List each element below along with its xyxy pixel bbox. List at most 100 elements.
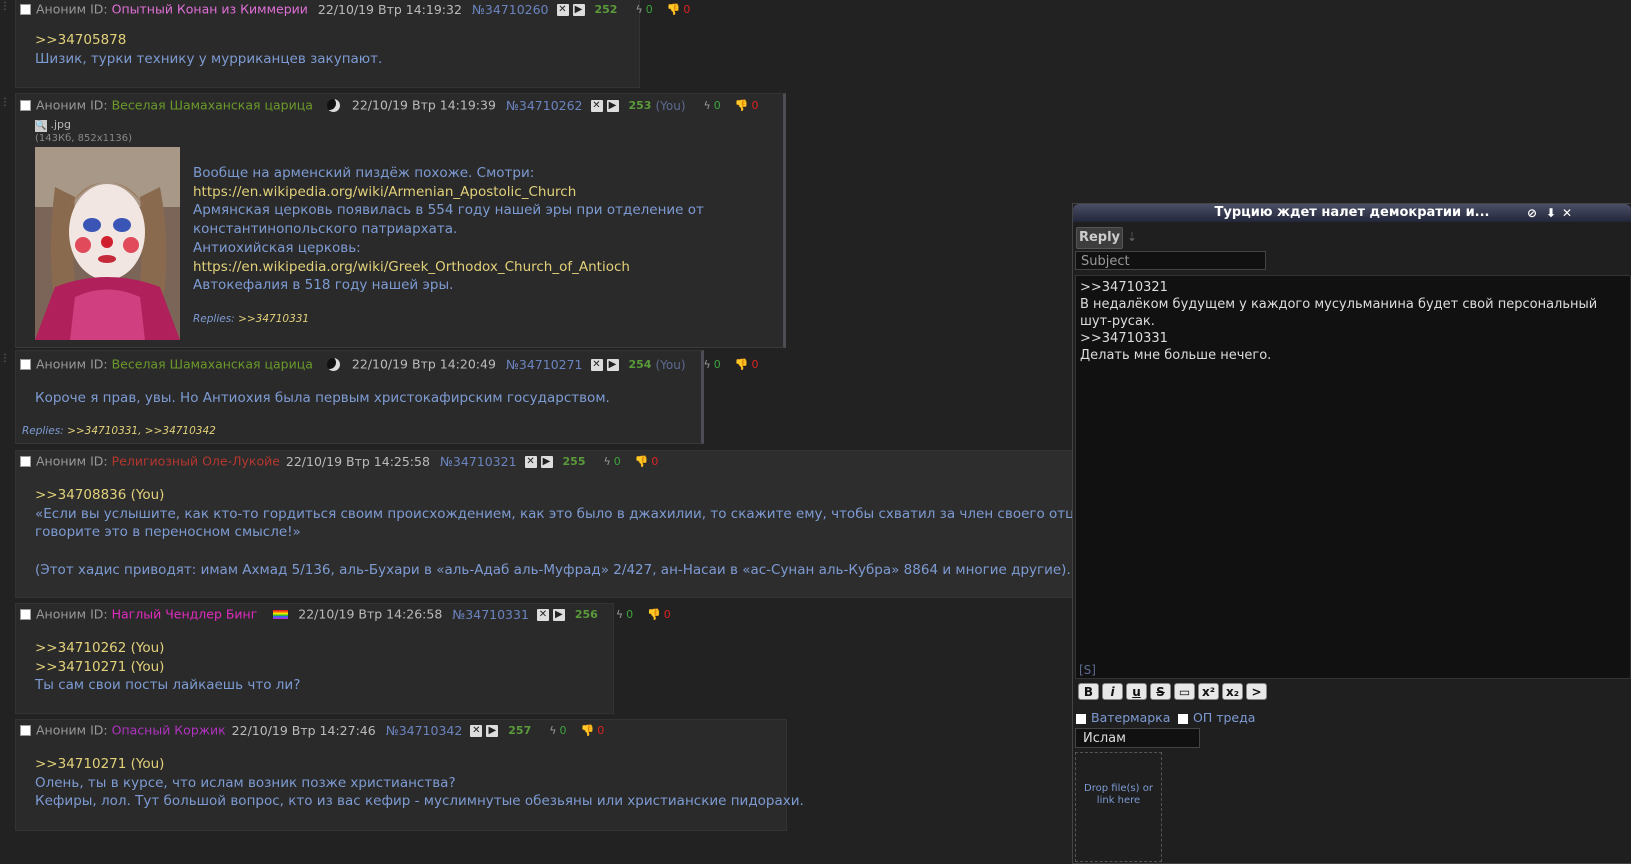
play-icon[interactable]: ▶ — [572, 3, 585, 16]
replies-label: Replies: — [22, 425, 64, 437]
post: Аноним ID: Опасный Коржик 22/10/19 Втр 1… — [15, 719, 804, 831]
play-icon[interactable]: ▶ — [606, 99, 619, 112]
dislike-icon[interactable]: 👎 — [647, 608, 661, 621]
spoiler-link[interactable]: [S] — [1079, 663, 1096, 677]
watermark-option[interactable]: Ватермарка — [1076, 710, 1170, 725]
dislike-icon[interactable]: 👎 — [735, 358, 749, 371]
format-toolbar: Bi u S ▭ x² x₂ > — [1078, 683, 1270, 700]
message-textarea[interactable]: >>34710321 В недалёком будущем у каждого… — [1075, 275, 1631, 679]
post-header: Аноним ID: Веселая Шамаханская царица 22… — [20, 97, 758, 113]
reply-link[interactable]: >>34708836 (You) — [35, 486, 1123, 505]
reply-link[interactable]: >>34705878 — [35, 31, 382, 50]
post-image[interactable] — [35, 147, 180, 340]
post-header: Аноним ID: Наглый Чендлер Бинг 22/10/19 … — [20, 606, 671, 622]
post-number[interactable]: №34710262 — [506, 98, 583, 113]
external-link[interactable]: https://en.wikipedia.org/wiki/Armenian_A… — [193, 183, 704, 202]
op-checkbox[interactable] — [1178, 713, 1188, 724]
like-icon[interactable]: ϟ — [703, 358, 710, 371]
file-drop-zone[interactable]: Drop file(s) or link here — [1075, 752, 1162, 862]
like-icon[interactable]: ϟ — [703, 99, 710, 112]
block-icon[interactable]: ⊘ — [1527, 204, 1537, 222]
post-date: 22/10/19 Втр 14:19:39 — [351, 97, 496, 113]
hide-icon[interactable]: ✕ — [524, 455, 537, 468]
reply-button[interactable]: Reply — [1076, 227, 1123, 249]
post-checkbox[interactable] — [20, 725, 31, 736]
post-number[interactable]: №34710321 — [440, 454, 517, 469]
minimize-icon[interactable]: ⇣ — [1127, 230, 1137, 244]
download-icon[interactable]: ⬇ — [1546, 204, 1556, 222]
dislike-count: 0 — [751, 357, 759, 371]
hide-icon[interactable]: ✕ — [590, 99, 603, 112]
external-link[interactable]: https://en.wikipedia.org/wiki/Greek_Orth… — [193, 258, 704, 277]
underline-button[interactable]: u — [1126, 683, 1147, 700]
like-icon[interactable]: ϟ — [549, 724, 556, 737]
play-icon[interactable]: ▶ — [552, 608, 565, 621]
post-checkbox[interactable] — [20, 359, 31, 370]
post-text: Кефиры, лол. Тут большой вопрос, кто из … — [35, 793, 804, 810]
replies-label: Replies: — [193, 313, 235, 325]
reply-link[interactable]: >>34710271 (You) — [35, 755, 804, 774]
post-count: 256 — [574, 607, 598, 621]
hide-icon[interactable]: ✕ — [590, 358, 603, 371]
post-count: 254 — [628, 357, 652, 371]
reply-link[interactable]: >>34710262 (You) — [35, 639, 300, 658]
subject-input[interactable]: Subject — [1075, 251, 1266, 270]
dislike-icon[interactable]: 👎 — [667, 3, 681, 16]
post-number[interactable]: №34710271 — [506, 357, 583, 372]
post-body: Короче я прав, увы. Но Антиохия была пер… — [35, 389, 610, 408]
post-checkbox[interactable] — [20, 4, 31, 15]
captcha-input[interactable]: Ислам — [1075, 728, 1200, 748]
bold-button[interactable]: B — [1078, 683, 1099, 700]
id-label: ID: — [90, 453, 108, 469]
post-menu-dots[interactable]: ⋮ — [0, 97, 10, 108]
dislike-count: 0 — [597, 723, 605, 737]
post-checkbox[interactable] — [20, 456, 31, 467]
italic-button[interactable]: i — [1102, 683, 1123, 700]
post-body: Вообще на арменский пиздёж похоже. Смотр… — [193, 164, 704, 295]
poster-id: Опытный Конан из Киммерии — [111, 1, 308, 17]
post-number[interactable]: №34710260 — [472, 2, 549, 17]
dislike-icon[interactable]: 👎 — [635, 455, 649, 468]
spoiler-button[interactable]: ▭ — [1174, 683, 1195, 700]
post: ⋮ Аноним ID: Веселая Шамаханская царица … — [0, 93, 786, 348]
you-badge: (You) — [655, 98, 686, 113]
file-name[interactable]: .jpg — [51, 118, 72, 131]
play-icon[interactable]: ▶ — [540, 455, 553, 468]
like-icon[interactable]: ϟ — [616, 608, 623, 621]
post-body: >>34708836 (You) «Если вы услышите, как … — [35, 486, 1123, 580]
post-body: >>34710271 (You) Олень, ты в курсе, что … — [35, 755, 804, 811]
like-icon[interactable]: ϟ — [603, 455, 610, 468]
reply-link[interactable]: >>34710331 — [238, 313, 309, 325]
superscript-button[interactable]: x² — [1198, 683, 1219, 700]
reply-link[interactable]: >>34710331, >>34710342 — [67, 425, 216, 437]
play-icon[interactable]: ▶ — [486, 724, 499, 737]
quote-button[interactable]: > — [1246, 683, 1267, 700]
hide-icon[interactable]: ✕ — [556, 3, 569, 16]
reply-link[interactable]: >>34710271 (You) — [35, 658, 300, 677]
reply-window: Турцию ждет налет демократии и... ⊘ ⬇ ✕ … — [1072, 203, 1631, 864]
op-option[interactable]: ОП треда — [1178, 710, 1255, 725]
post-text — [35, 542, 1123, 561]
replies: Replies: >>34710331, >>34710342 — [22, 425, 216, 437]
post-number[interactable]: №34710342 — [386, 723, 463, 738]
post-number[interactable]: №34710331 — [452, 607, 529, 622]
watermark-checkbox[interactable] — [1076, 713, 1086, 724]
strike-button[interactable]: S — [1150, 683, 1171, 700]
hide-icon[interactable]: ✕ — [470, 724, 483, 737]
like-icon[interactable]: ϟ — [635, 3, 642, 16]
close-icon[interactable]: ✕ — [1562, 204, 1572, 222]
post-menu-dots[interactable]: ⋮ — [0, 1, 10, 12]
post-checkbox[interactable] — [20, 609, 31, 620]
reply-window-titlebar[interactable]: Турцию ждет налет демократии и... ⊘ ⬇ ✕ — [1073, 204, 1631, 222]
post-checkbox[interactable] — [20, 100, 31, 111]
hide-icon[interactable]: ✕ — [536, 608, 549, 621]
zoom-icon[interactable]: 🔍 — [35, 120, 47, 132]
dislike-icon[interactable]: 👎 — [735, 99, 749, 112]
poster-id: Веселая Шамаханская царица — [111, 356, 313, 372]
post-count: 257 — [508, 723, 532, 737]
play-icon[interactable]: ▶ — [606, 358, 619, 371]
dislike-icon[interactable]: 👎 — [580, 724, 594, 737]
post-menu-dots[interactable]: ⋮ — [0, 353, 10, 364]
rainbow-flag-icon — [273, 610, 289, 619]
subscript-button[interactable]: x₂ — [1222, 683, 1243, 700]
